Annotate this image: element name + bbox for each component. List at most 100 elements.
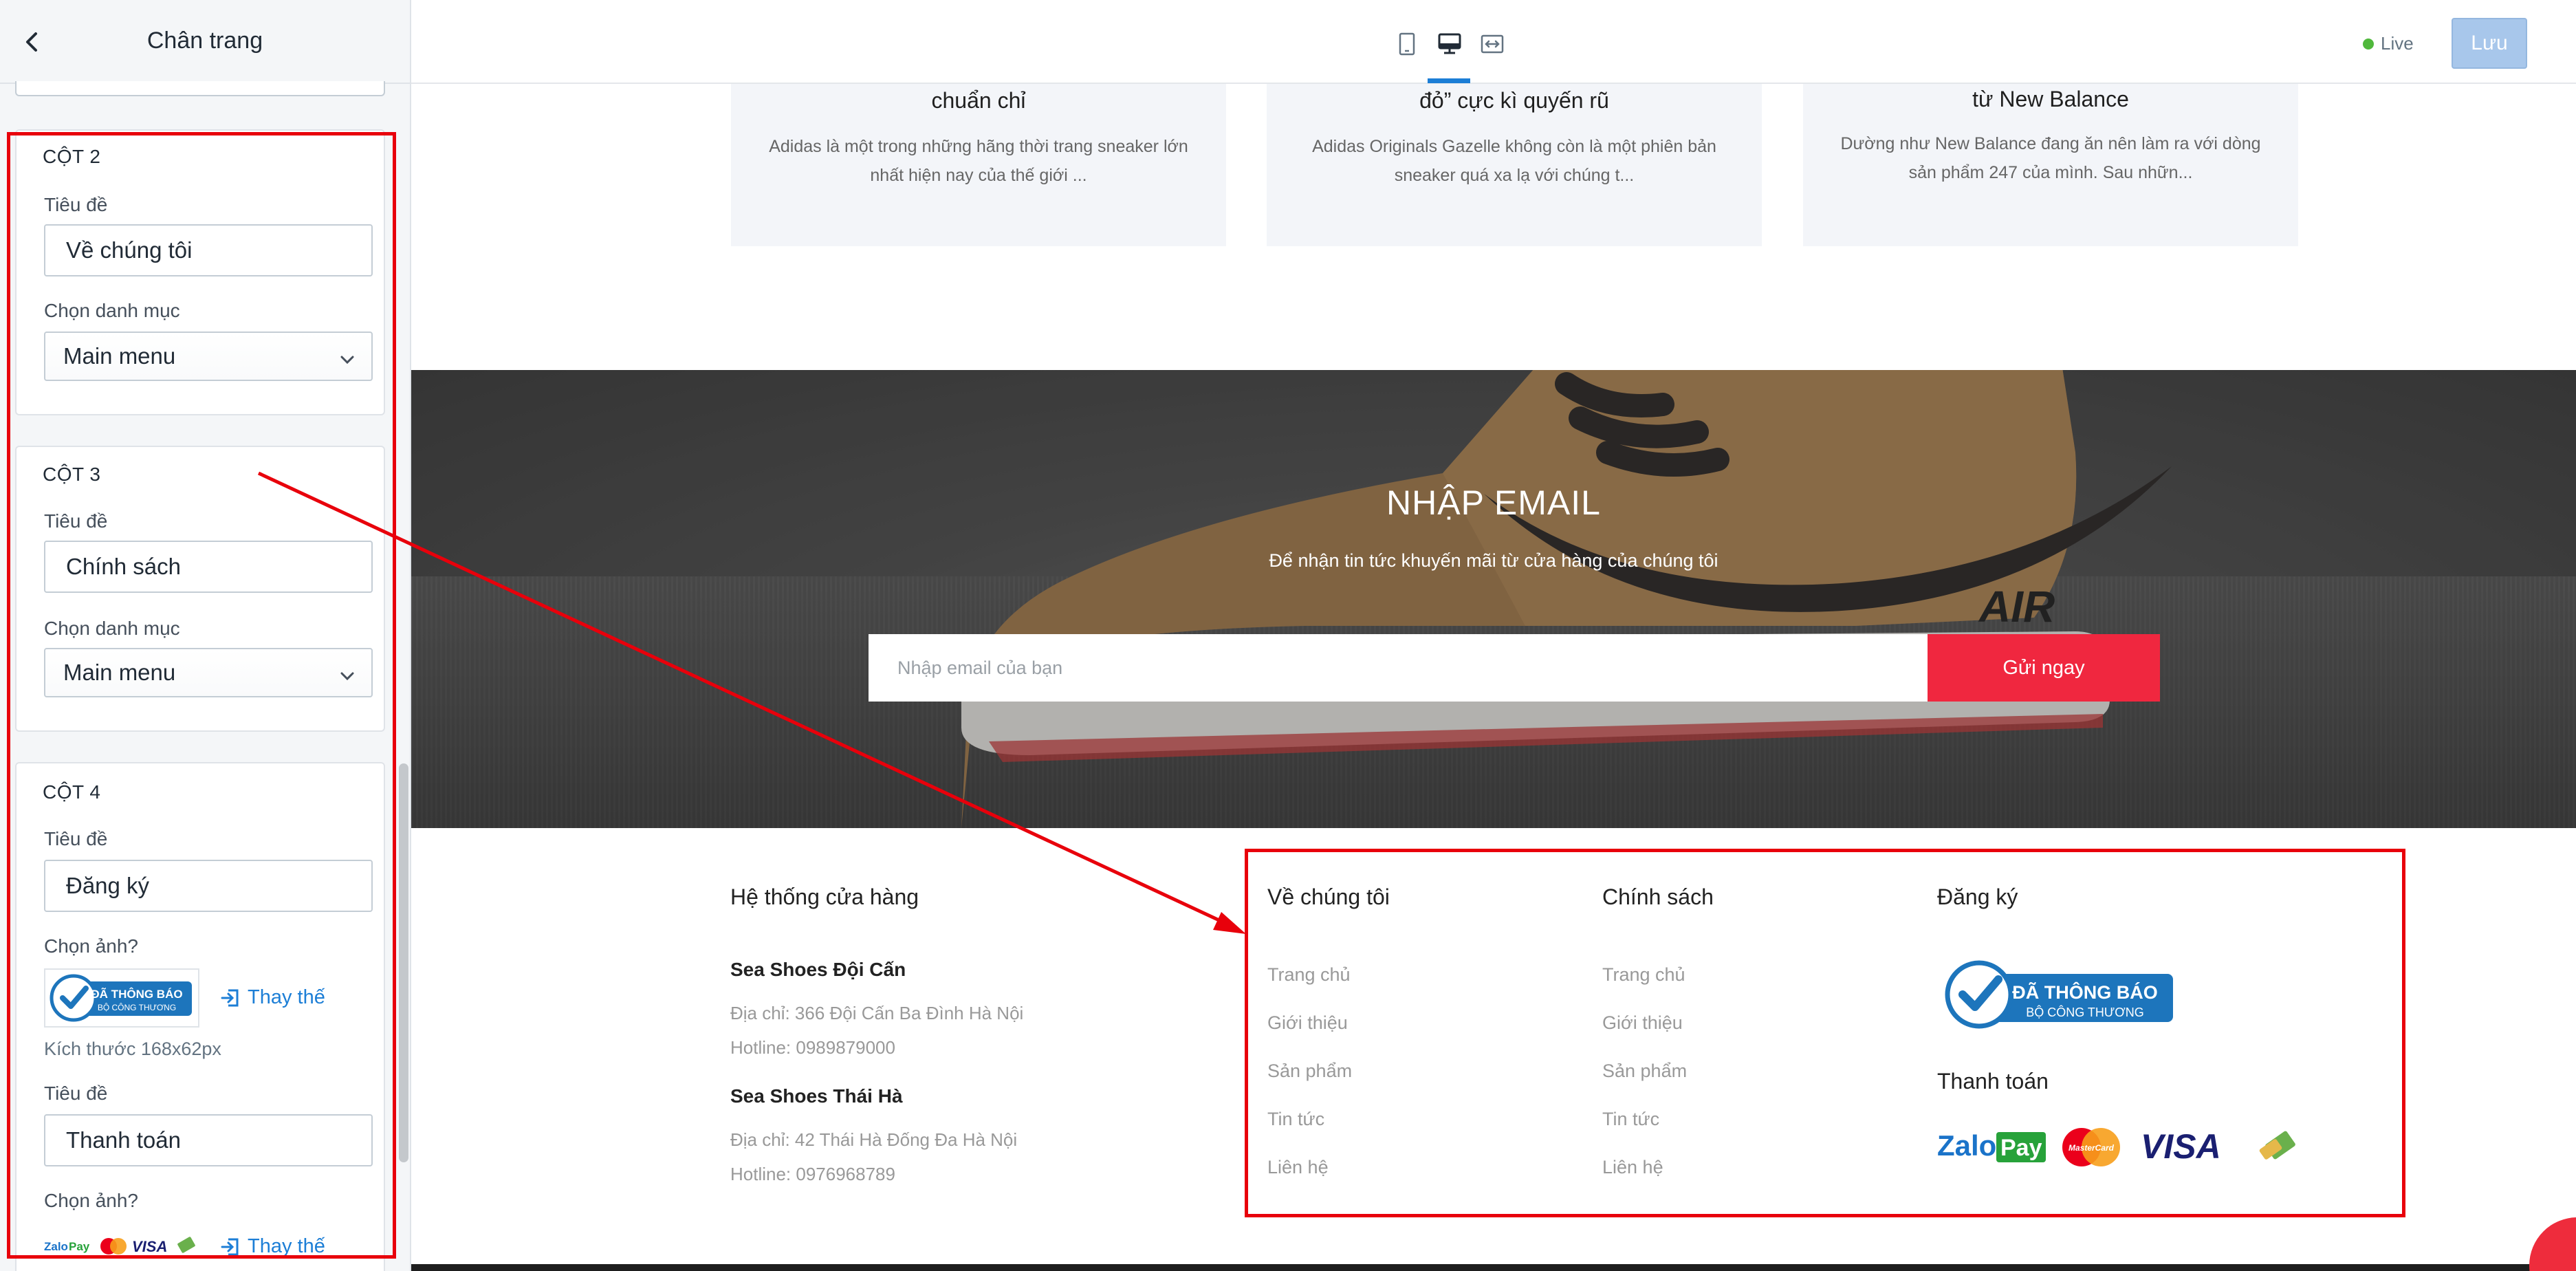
footer-policy-heading: Chính sách (1602, 884, 1714, 909)
column-3-title-label: Tiêu đề (44, 510, 108, 532)
registered-badge-image: ĐÃ THÔNG BÁO BỘ CÔNG THƯƠNG (50, 974, 192, 1022)
footer-about-link[interactable]: Sản phẩm (1267, 1061, 1352, 1082)
footer-policy-link[interactable]: Liên hệ (1602, 1157, 1663, 1178)
change-link-label: Thay thế (248, 1235, 325, 1257)
column-4-title2-input[interactable]: Thanh toán (44, 1114, 373, 1166)
store-hotline: Hotline: 0976968789 (730, 1164, 895, 1184)
newsletter-send-button[interactable]: Gửi ngay (1928, 634, 2160, 702)
column-2-menu-value: Main menu (63, 343, 176, 369)
column-2-card: CỘT 2 Tiêu đề Về chúng tôi Chọn danh mục… (15, 129, 385, 415)
newsletter-subtitle: Để nhận tin tức khuyến mãi từ cửa hàng c… (1269, 550, 1718, 571)
svg-text:Pay: Pay (69, 1240, 90, 1253)
blog-card[interactable]: đỏ” cực kì quyến rũ Adidas Originals Gaz… (1267, 84, 1762, 246)
footer-stores-heading: Hệ thống cửa hàng (730, 884, 919, 909)
footer-bottom-bar (411, 1264, 2576, 1271)
column-3-heading: CỘT 3 (43, 464, 101, 485)
column-3-menu-select[interactable]: Main menu (44, 648, 373, 697)
active-view-indicator (1428, 78, 1470, 83)
newsletter-section: AIR NHẬP EMAIL Để nhận tin tức khuyến mã… (411, 370, 2576, 828)
blog-title[interactable]: đỏ” cực kì quyến rũ (1267, 88, 1762, 113)
column-2-title-label: Tiêu đề (44, 194, 108, 215)
hero-overlay (411, 370, 2576, 828)
blog-title[interactable]: chuẩn chỉ (731, 88, 1226, 113)
chevron-down-icon (338, 348, 356, 374)
column-4-card: CỘT 4 Tiêu đề Đăng ký Chọn ảnh? ĐÃ THÔNG… (15, 762, 385, 1271)
column-4-change-image2-link[interactable]: Thay thế (220, 1235, 325, 1258)
svg-text:Zalo: Zalo (44, 1240, 68, 1253)
footer-about-link[interactable]: Giới thiệu (1267, 1012, 1348, 1034)
zalopay-logo: Zalo (1937, 1129, 1996, 1162)
footer-about-link[interactable]: Tin tức (1267, 1109, 1324, 1130)
column-3-title-input[interactable]: Chính sách (44, 541, 373, 593)
column-3-card: CỘT 3 Tiêu đề Chính sách Chọn danh mục M… (15, 446, 385, 732)
registered-badge-thumbnail[interactable]: ĐÃ THÔNG BÁO BỘ CÔNG THƯƠNG (44, 968, 199, 1028)
column-4-title-label: Tiêu đề (44, 828, 108, 849)
footer-about-heading: Về chúng tôi (1267, 884, 1390, 909)
payment-logos-image: Zalo Pay VISA (44, 1237, 195, 1255)
newsletter-email-input[interactable]: Nhập email của bạn (869, 634, 1928, 702)
column-4-image2-label: Chọn ảnh? (44, 1190, 139, 1211)
mobile-view-icon[interactable] (1393, 30, 1421, 58)
svg-text:VISA: VISA (132, 1238, 167, 1255)
column-2-heading: CỘT 2 (43, 146, 101, 167)
store-hotline: Hotline: 0989879000 (730, 1037, 895, 1058)
settings-sidebar: Chân trang CỘT 2 Tiêu đề Về chúng tôi Ch… (0, 0, 411, 1271)
blog-excerpt: Adidas là một trong những hãng thời tran… (769, 137, 1188, 185)
column-4-change-image-link[interactable]: Thay thế (220, 986, 325, 1009)
column-3-menu-label: Chọn danh mục (44, 618, 180, 639)
blog-card[interactable]: chuẩn chỉ Adidas là một trong những hãng… (731, 84, 1226, 246)
footer-policy-link[interactable]: Trang chủ (1602, 964, 1685, 986)
fullwidth-view-icon[interactable] (1478, 30, 1506, 58)
column-4-title2-label: Tiêu đề (44, 1083, 108, 1104)
chevron-down-icon (338, 664, 356, 691)
live-status: Live (2363, 33, 2414, 54)
newsletter-title: NHẬP EMAIL (1386, 484, 1601, 522)
column-2-menu-label: Chọn danh mục (44, 300, 180, 321)
editor-toolbar: Live Lưu (411, 0, 2576, 84)
store-name: Sea Shoes Đội Cấn (730, 959, 906, 980)
store-name: Sea Shoes Thái Hà (730, 1085, 903, 1107)
column-3-menu-value: Main menu (63, 660, 176, 685)
blog-title[interactable]: từ New Balance (1803, 87, 2298, 112)
badge-text-line2: BỘ CÔNG THƯƠNG (98, 1002, 176, 1012)
badge-text-line1: ĐÃ THÔNG BÁO (2012, 981, 2158, 1003)
chat-bubble-icon[interactable] (2529, 1217, 2576, 1271)
column-2-title-input[interactable]: Về chúng tôi (44, 224, 373, 276)
footer-policy-link[interactable]: Sản phẩm (1602, 1061, 1687, 1082)
site-preview: chuẩn chỉ Adidas là một trong những hãng… (411, 84, 2576, 1271)
badge-text-line1: ĐÃ THÔNG BÁO (91, 987, 182, 1001)
store-address: Địa chỉ: 366 Đội Cấn Ba Đình Hà Nội (730, 1003, 1024, 1023)
mastercard-logo: MasterCard (2069, 1143, 2115, 1153)
footer-about-link[interactable]: Trang chủ (1267, 964, 1351, 986)
column-4-image-label: Chọn ảnh? (44, 935, 139, 957)
footer-about-link[interactable]: Liên hệ (1267, 1157, 1329, 1178)
change-link-label: Thay thế (248, 986, 325, 1008)
previous-field[interactable] (15, 81, 385, 96)
blog-excerpt: Adidas Originals Gazelle không còn là mộ… (1312, 137, 1716, 185)
replace-icon (221, 1238, 239, 1255)
image-size-hint: Kích thước 168x62px (44, 1039, 221, 1059)
blog-card[interactable]: từ New Balance Dường như New Balance đan… (1803, 84, 2298, 246)
store-address: Địa chỉ: 42 Thái Hà Đống Đa Hà Nội (730, 1129, 1018, 1150)
footer-policy-link[interactable]: Tin tức (1602, 1109, 1659, 1130)
replace-icon (221, 989, 239, 1006)
column-4-title-input[interactable]: Đăng ký (44, 860, 373, 912)
footer-payment-heading: Thanh toán (1937, 1069, 2049, 1094)
desktop-view-icon[interactable] (1436, 30, 1463, 58)
blog-excerpt: Dường như New Balance đang ăn nên làm ra… (1840, 134, 2261, 182)
column-4-heading: CỘT 4 (43, 781, 101, 803)
payment-logos-image: Zalo Pay MasterCard VISA (1937, 1127, 2295, 1166)
badge-text-line2: BỘ CÔNG THƯƠNG (2026, 1005, 2143, 1019)
visa-logo: VISA (2141, 1127, 2221, 1166)
footer-policy-link[interactable]: Giới thiệu (1602, 1012, 1683, 1034)
footer-register-heading: Đăng ký (1937, 884, 2018, 909)
sidebar-title: Chân trang (146, 28, 263, 54)
registered-badge-image: ĐÃ THÔNG BÁO BỘ CÔNG THƯƠNG (1945, 960, 2173, 1029)
live-label: Live (2381, 33, 2414, 54)
svg-text:Pay: Pay (2000, 1135, 2042, 1161)
column-2-menu-select[interactable]: Main menu (44, 332, 373, 381)
sidebar-scrollbar[interactable] (399, 763, 408, 1162)
save-button[interactable]: Lưu (2452, 18, 2527, 69)
payment-thumbnail[interactable]: Zalo Pay VISA (44, 1234, 202, 1257)
sidebar-header: Chân trang (0, 0, 410, 84)
